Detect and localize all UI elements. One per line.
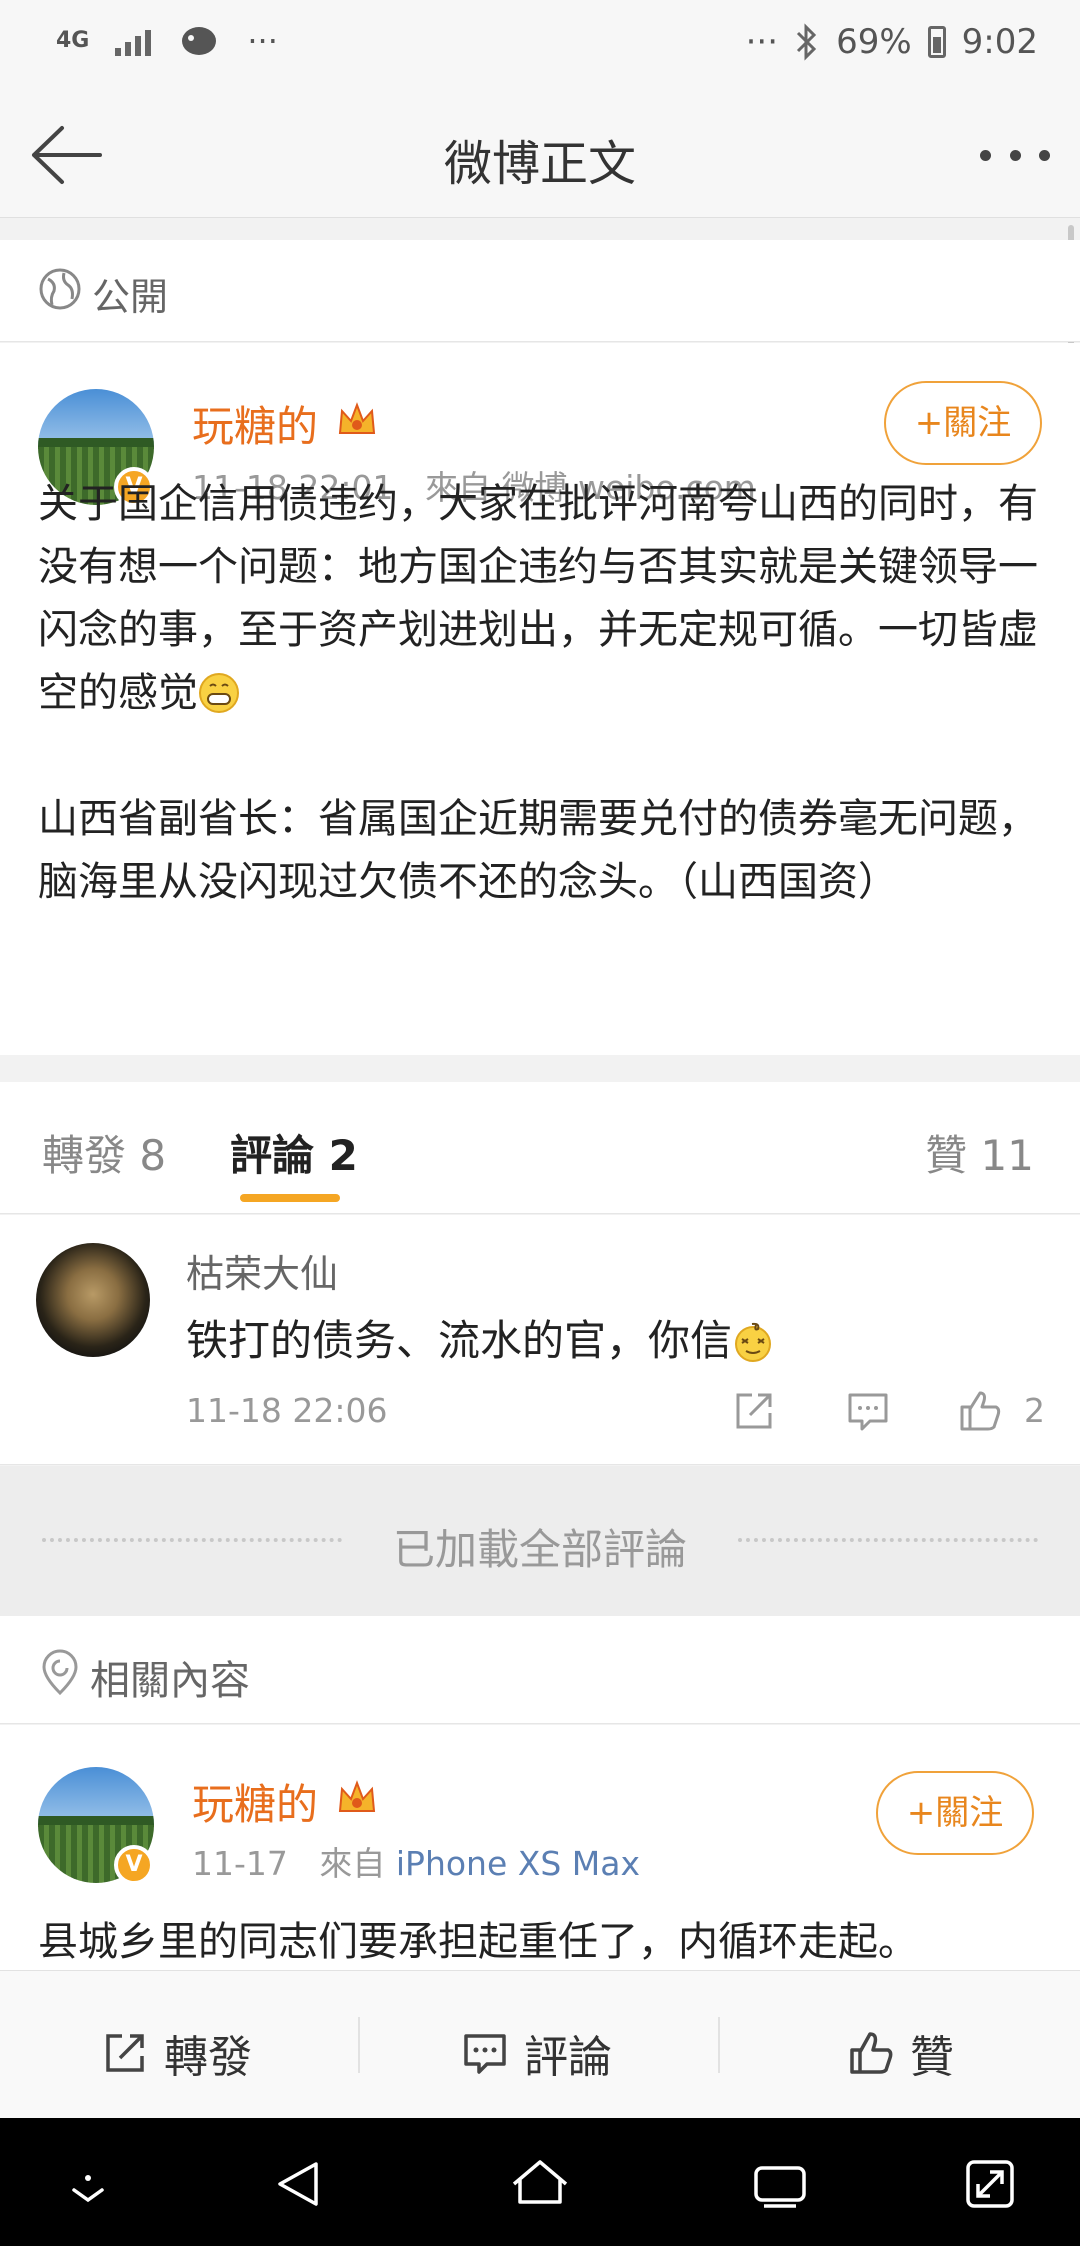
- battery-icon: [927, 26, 946, 58]
- top-nav-bar: 微博正文: [0, 90, 1080, 218]
- comment-icon: [464, 2034, 506, 2074]
- status-ellipsis: ···: [745, 22, 779, 62]
- vip-crown-icon: [338, 402, 376, 434]
- repost-button[interactable]: 轉發: [100, 2021, 252, 2085]
- bluetooth-icon: [797, 23, 817, 61]
- related-label: 相關內容: [90, 1658, 250, 1704]
- battery-level: 69%: [836, 22, 912, 62]
- back-icon[interactable]: [270, 2154, 330, 2214]
- clock: 9:02: [961, 22, 1038, 62]
- divider-right: [738, 1538, 1038, 1542]
- author-name[interactable]: 玩糖的: [192, 1771, 318, 1832]
- tab-likes[interactable]: 贊 11: [925, 1122, 1034, 1183]
- related-post[interactable]: V 玩糖的 11-17 來自 iPhone XS Max +關注 县城乡里的同志…: [0, 1725, 1080, 1971]
- comment-like-count: 2: [1024, 1391, 1045, 1430]
- commenter-avatar[interactable]: [36, 1243, 150, 1357]
- post-paragraph-2: 山西省副省长：省属国企近期需要兑付的债券毫无问题，脑海里从没闪现过欠债不还的念头…: [38, 796, 1038, 905]
- reply-comment-icon[interactable]: [844, 1387, 892, 1435]
- repost-icon: [106, 2034, 144, 2072]
- share-icon[interactable]: [730, 1387, 778, 1435]
- grin-emoji-icon: [199, 673, 239, 713]
- more-notifications: ···: [247, 22, 278, 60]
- vip-crown-icon: [338, 1780, 376, 1812]
- related-header: 相關內容: [0, 1616, 1080, 1724]
- system-nav-bar: [0, 2118, 1080, 2246]
- expand-icon[interactable]: [960, 2154, 1020, 2214]
- bottom-action-bar: 轉發 評論 贊: [0, 1970, 1080, 2118]
- all-comments-loaded-label: 已加載全部評論: [392, 1525, 687, 1574]
- home-icon[interactable]: [510, 2154, 570, 2214]
- globe-icon: [39, 268, 81, 310]
- visibility-row: 公開: [0, 240, 1080, 342]
- source-prefix: 來自: [319, 1844, 386, 1883]
- divider: [358, 2017, 360, 2073]
- network-type: 4G: [56, 28, 90, 53]
- more-options-icon[interactable]: [980, 130, 1050, 180]
- signal-icon: [115, 26, 152, 56]
- hide-keyboard-icon[interactable]: [58, 2154, 118, 2214]
- tab-reposts[interactable]: 轉發 8: [42, 1122, 166, 1183]
- location-pin-icon: [42, 1649, 78, 1696]
- recent-apps-icon[interactable]: [750, 2154, 810, 2214]
- like-label: 贊: [910, 2032, 954, 2083]
- post-meta: 11-17 來自 iPhone XS Max: [192, 1837, 640, 1885]
- comment-body: 铁打的债务、流水的官，你信: [186, 1316, 733, 1365]
- like-icon: [850, 2032, 893, 2074]
- comment-label: 評論: [524, 2032, 612, 2083]
- dizzy-emoji-icon: [735, 1322, 772, 1362]
- repost-label: 轉發: [164, 2032, 252, 2083]
- author-name[interactable]: 玩糖的: [192, 393, 318, 454]
- post-time: 11-17: [192, 1844, 288, 1883]
- visibility-label: 公開: [92, 275, 169, 319]
- tab-comments[interactable]: 評論 2: [230, 1122, 358, 1183]
- interaction-tabs: 轉發 8 評論 2 贊 11: [0, 1082, 1080, 1214]
- comment-text: 铁打的债务、流水的官，你信: [186, 1307, 774, 1368]
- related-post-text: 县城乡里的同志们要承担起重任了，内循环走起。: [38, 1919, 918, 1965]
- like-button[interactable]: 贊: [846, 2021, 954, 2085]
- comment-button[interactable]: 評論: [460, 2021, 612, 2085]
- comment-item: 枯荣大仙 铁打的债务、流水的官，你信 11-18 22:06 2: [0, 1215, 1080, 1465]
- weibo-post: V 玩糖的 11-18 22:01 來自 微博 weibo.com +關注 关于…: [0, 343, 1080, 1055]
- status-bar: 4G ··· ··· 69% 9:02: [0, 0, 1080, 90]
- divider: [718, 2017, 720, 2073]
- comment-time: 11-18 22:06: [186, 1391, 388, 1430]
- active-tab-indicator: [240, 1194, 340, 1202]
- like-thumb-icon[interactable]: [956, 1387, 1004, 1435]
- post-paragraph-1: 关于国企信用债违约，大家在批评河南夸山西的同时，有没有想一个问题：地方国企违约与…: [38, 481, 1038, 716]
- post-source[interactable]: iPhone XS Max: [396, 1844, 640, 1883]
- follow-button[interactable]: +關注: [876, 1771, 1034, 1855]
- post-content: 关于国企信用债违约，大家在批评河南夸山西的同时，有没有想一个问题：地方国企违约与…: [38, 473, 1048, 914]
- all-comments-loaded: 已加載全部評論: [0, 1466, 1080, 1616]
- verified-badge-icon: V: [114, 1845, 154, 1885]
- commenter-name[interactable]: 枯荣大仙: [186, 1243, 338, 1298]
- page-title: 微博正文: [443, 136, 636, 192]
- follow-button[interactable]: +關注: [884, 381, 1042, 465]
- app-notification-icon: [182, 27, 217, 55]
